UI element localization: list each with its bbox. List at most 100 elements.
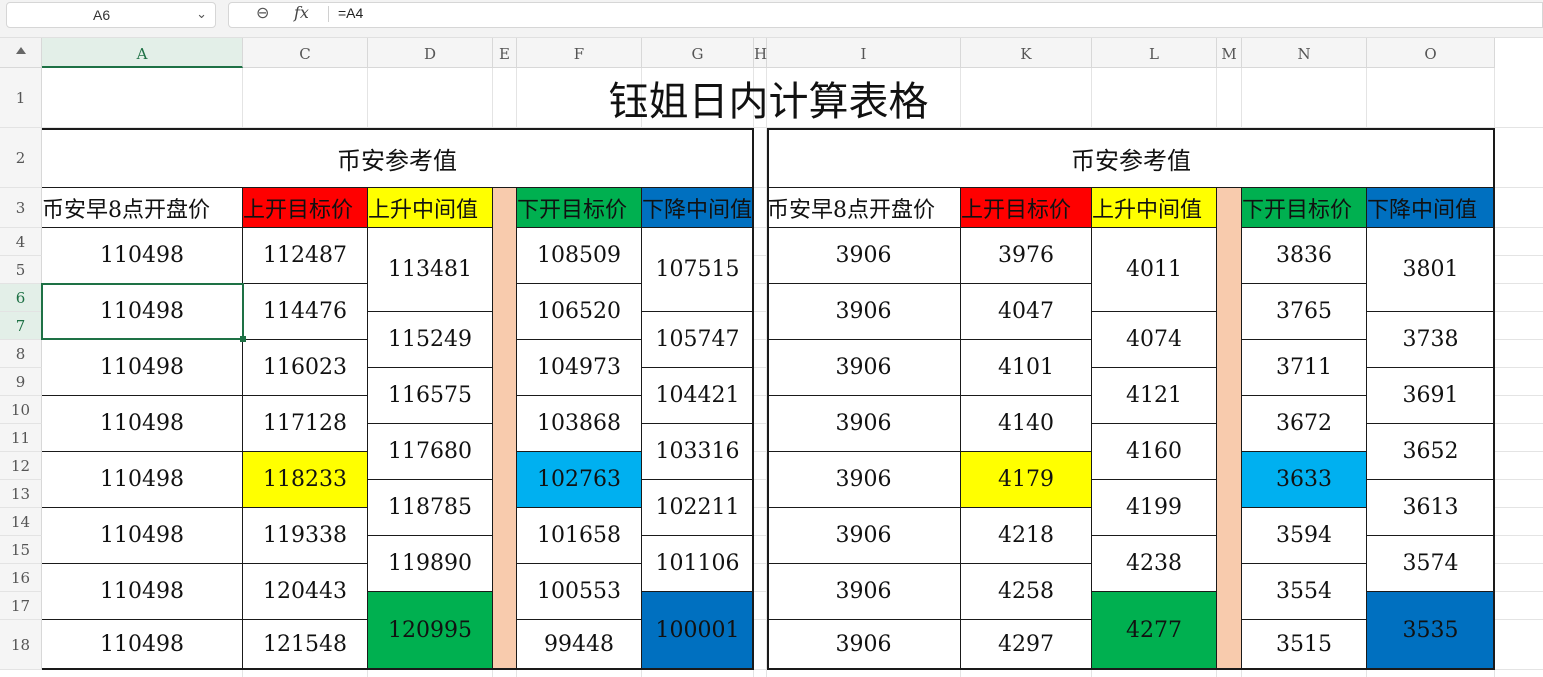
row-header-11[interactable]: 11 <box>0 424 42 452</box>
row-header-1[interactable]: 1 <box>0 68 42 128</box>
left-open-price-cell[interactable]: 110498 <box>42 620 243 670</box>
column-header-n[interactable]: N <box>1242 38 1367 68</box>
left-section-title[interactable]: 币安参考值 <box>42 128 754 188</box>
right-up-mid-cell[interactable]: 4160 <box>1092 424 1217 480</box>
right-up-target-cell[interactable]: 4218 <box>961 508 1092 564</box>
left-up-target-cell[interactable]: 114476 <box>243 284 368 340</box>
left-down-mid-cell[interactable]: 104421 <box>642 368 754 424</box>
row-header-12[interactable]: 12 <box>0 452 42 480</box>
right-down-target-cell[interactable]: 3711 <box>1242 340 1367 396</box>
column-header-a[interactable]: A <box>42 38 243 68</box>
left-spacer-column[interactable] <box>493 188 517 670</box>
left-down-target-cell[interactable]: 104973 <box>517 340 642 396</box>
column-header-m[interactable]: M <box>1217 38 1242 68</box>
right-down-mid-cell[interactable]: 3652 <box>1367 424 1495 480</box>
right-open-price-cell[interactable]: 3906 <box>767 620 961 670</box>
right-open-price-cell[interactable]: 3906 <box>767 396 961 452</box>
left-up-target-cell[interactable]: 118233 <box>243 452 368 508</box>
right-up-mid-cell[interactable]: 4121 <box>1092 368 1217 424</box>
right-open-price-cell[interactable]: 3906 <box>767 340 961 396</box>
row-header-8[interactable]: 8 <box>0 340 42 368</box>
column-header-e[interactable]: E <box>493 38 517 68</box>
right-up-target-cell[interactable]: 4140 <box>961 396 1092 452</box>
row-header-2[interactable]: 2 <box>0 128 42 188</box>
active-cell-selection[interactable] <box>41 283 244 340</box>
right-up-target-cell[interactable]: 4297 <box>961 620 1092 670</box>
column-header-g[interactable]: G <box>642 38 754 68</box>
name-box[interactable]: A6 ⌄ <box>6 2 216 28</box>
right-header-down-mid[interactable]: 下降中间值 <box>1367 188 1495 228</box>
row-header-7[interactable]: 7 <box>0 312 42 340</box>
left-open-price-cell[interactable]: 110498 <box>42 340 243 396</box>
right-up-target-cell[interactable]: 4179 <box>961 452 1092 508</box>
column-header-l[interactable]: L <box>1092 38 1217 68</box>
right-down-target-cell[interactable]: 3633 <box>1242 452 1367 508</box>
right-header-up-target[interactable]: 上开目标价 <box>961 188 1092 228</box>
column-header-o[interactable]: O <box>1367 38 1495 68</box>
right-open-price-cell[interactable]: 3906 <box>767 228 961 284</box>
left-header-down-mid[interactable]: 下降中间值 <box>642 188 754 228</box>
right-down-target-cell[interactable]: 3515 <box>1242 620 1367 670</box>
row-header-4[interactable]: 4 <box>0 228 42 256</box>
right-up-mid-cell[interactable]: 4074 <box>1092 312 1217 368</box>
fill-handle[interactable] <box>240 336 246 342</box>
right-up-mid-cell[interactable]: 4277 <box>1092 592 1217 670</box>
left-up-mid-cell[interactable]: 117680 <box>368 424 493 480</box>
left-up-target-cell[interactable]: 120443 <box>243 564 368 620</box>
right-open-price-cell[interactable]: 3906 <box>767 452 961 508</box>
left-down-mid-cell[interactable]: 103316 <box>642 424 754 480</box>
right-up-target-cell[interactable]: 4047 <box>961 284 1092 340</box>
right-down-mid-cell[interactable]: 3535 <box>1367 592 1495 670</box>
right-down-mid-cell[interactable]: 3801 <box>1367 228 1495 312</box>
left-down-mid-cell[interactable]: 102211 <box>642 480 754 536</box>
left-header-down-target[interactable]: 下开目标价 <box>517 188 642 228</box>
chevron-down-icon[interactable]: ⌄ <box>196 6 207 22</box>
right-down-target-cell[interactable]: 3594 <box>1242 508 1367 564</box>
right-down-target-cell[interactable]: 3554 <box>1242 564 1367 620</box>
right-down-target-cell[interactable]: 3765 <box>1242 284 1367 340</box>
left-up-target-cell[interactable]: 112487 <box>243 228 368 284</box>
right-open-price-cell[interactable]: 3906 <box>767 284 961 340</box>
left-down-target-cell[interactable]: 102763 <box>517 452 642 508</box>
column-header-h[interactable]: H <box>754 38 767 68</box>
left-open-price-cell[interactable]: 110498 <box>42 228 243 284</box>
right-spacer-column[interactable] <box>1217 188 1242 670</box>
left-down-mid-cell[interactable]: 107515 <box>642 228 754 312</box>
row-header-17[interactable]: 17 <box>0 592 42 620</box>
left-down-mid-cell[interactable]: 105747 <box>642 312 754 368</box>
right-down-mid-cell[interactable]: 3574 <box>1367 536 1495 592</box>
row-header-18[interactable]: 18 <box>0 620 42 670</box>
row-header-3[interactable]: 3 <box>0 188 42 228</box>
left-up-mid-cell[interactable]: 120995 <box>368 592 493 670</box>
right-up-target-cell[interactable]: 3976 <box>961 228 1092 284</box>
left-open-price-cell[interactable]: 110498 <box>42 452 243 508</box>
left-down-mid-cell[interactable]: 100001 <box>642 592 754 670</box>
left-open-price-cell[interactable]: 110498 <box>42 508 243 564</box>
row-header-16[interactable]: 16 <box>0 564 42 592</box>
left-down-target-cell[interactable]: 100553 <box>517 564 642 620</box>
right-header-down-target[interactable]: 下开目标价 <box>1242 188 1367 228</box>
formula-text[interactable]: =A4 <box>338 5 363 21</box>
left-up-mid-cell[interactable]: 115249 <box>368 312 493 368</box>
left-down-target-cell[interactable]: 101658 <box>517 508 642 564</box>
row-header-9[interactable]: 9 <box>0 368 42 396</box>
column-header-c[interactable]: C <box>243 38 368 68</box>
left-down-target-cell[interactable]: 108509 <box>517 228 642 284</box>
left-up-target-cell[interactable]: 119338 <box>243 508 368 564</box>
right-down-target-cell[interactable]: 3672 <box>1242 396 1367 452</box>
right-header-open-price[interactable]: 币安早8点开盘价 <box>767 188 961 228</box>
right-up-target-cell[interactable]: 4101 <box>961 340 1092 396</box>
right-down-target-cell[interactable]: 3836 <box>1242 228 1367 284</box>
right-up-mid-cell[interactable]: 4011 <box>1092 228 1217 312</box>
right-up-mid-cell[interactable]: 4238 <box>1092 536 1217 592</box>
row-header-6[interactable]: 6 <box>0 284 42 312</box>
left-up-mid-cell[interactable]: 119890 <box>368 536 493 592</box>
left-down-target-cell[interactable]: 106520 <box>517 284 642 340</box>
left-up-target-cell[interactable]: 121548 <box>243 620 368 670</box>
right-down-mid-cell[interactable]: 3738 <box>1367 312 1495 368</box>
column-header-f[interactable]: F <box>517 38 642 68</box>
left-header-up-mid[interactable]: 上升中间值 <box>368 188 493 228</box>
sheet-title[interactable]: 钰姐日内计算表格 <box>42 68 1495 128</box>
row-header-14[interactable]: 14 <box>0 508 42 536</box>
fx-icon[interactable]: fx <box>294 3 309 22</box>
